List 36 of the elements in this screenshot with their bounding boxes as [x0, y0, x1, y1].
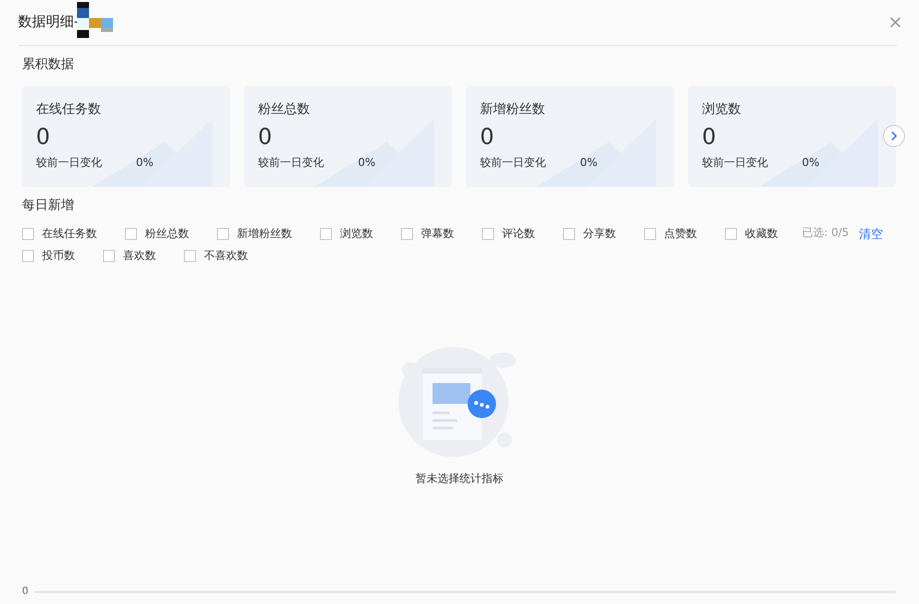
selected-count: 已选: 0/5	[802, 225, 849, 241]
metric-checkbox[interactable]: 新增粉丝数	[217, 225, 292, 243]
stat-value: 0	[36, 125, 51, 152]
stat-label: 新增粉丝数	[480, 100, 546, 118]
empty-message: 暂未选择统计指标	[416, 470, 504, 486]
stat-value: 0	[480, 125, 495, 152]
change-value: 0%	[802, 155, 820, 172]
change-label: 较前一日变化	[258, 155, 324, 172]
metric-checkbox[interactable]: 投币数	[22, 248, 75, 264]
metric-checkbox[interactable]: 点赞数	[644, 225, 697, 243]
stat-value: 0	[702, 125, 717, 152]
change-value: 0%	[136, 155, 154, 172]
metric-checkbox[interactable]: 评论数	[482, 225, 535, 243]
metric-checkbox[interactable]: 浏览数	[320, 225, 373, 243]
metric-checkbox[interactable]: 不喜欢数	[184, 248, 248, 264]
change-value: 0%	[358, 155, 376, 172]
change-label: 较前一日变化	[480, 155, 546, 172]
metric-checkbox[interactable]: 弹幕数	[401, 225, 454, 243]
section-heading: 累积数据	[22, 56, 75, 74]
axis-tick: 0	[22, 585, 28, 599]
metric-checkbox[interactable]: 粉丝总数	[125, 225, 189, 243]
section-heading: 每日新增	[22, 196, 75, 214]
change-value: 0%	[580, 155, 598, 172]
metric-checkbox[interactable]: 分享数	[563, 225, 616, 243]
metric-checkbox[interactable]: 收藏数	[725, 225, 778, 243]
redaction-mosaic-drawing	[77, 2, 114, 38]
stat-label: 浏览数	[702, 100, 742, 118]
stat-label: 在线任务数	[36, 100, 102, 118]
change-label: 较前一日变化	[36, 155, 102, 172]
clear-link[interactable]: 清空	[858, 225, 883, 243]
change-label: 较前一日变化	[702, 155, 768, 172]
metric-checkbox[interactable]: 喜欢数	[103, 248, 156, 264]
stat-label: 粉丝总数	[258, 100, 311, 118]
stat-value: 0	[258, 125, 273, 152]
chevron-right-icon	[890, 130, 898, 140]
metric-checkbox[interactable]: 在线任务数	[22, 225, 97, 243]
